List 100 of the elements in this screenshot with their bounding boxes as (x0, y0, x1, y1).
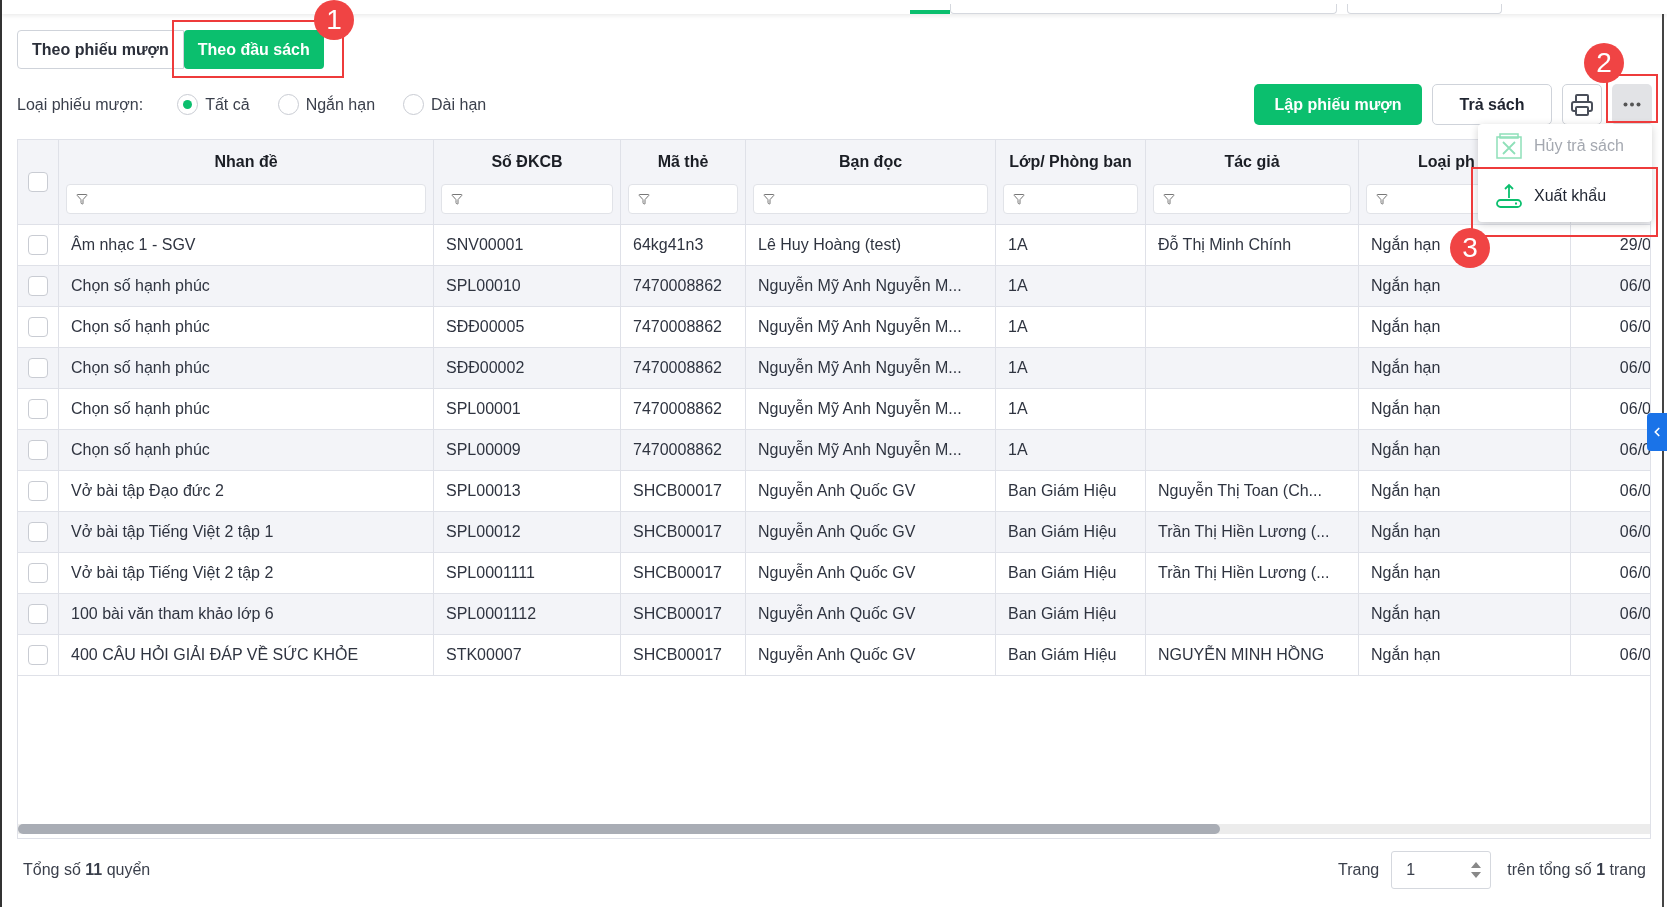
checkbox[interactable] (28, 563, 48, 583)
checkbox[interactable] (28, 522, 48, 542)
printer-icon (1570, 92, 1594, 117)
table-cell-text: SPL0001112 (446, 604, 537, 624)
more-button[interactable] (1612, 84, 1652, 125)
table-cell-text: Đỗ Thị Minh Chính (1158, 234, 1292, 255)
radio-option[interactable]: Dài hạn (403, 92, 487, 117)
table-cell-text: SĐĐ00005 (446, 317, 525, 337)
view-tab[interactable]: Theo phiếu mượn (17, 30, 184, 69)
checkbox[interactable] (28, 645, 48, 665)
column-header: Tác giả (1224, 152, 1280, 172)
table-cell-text: Nguyễn Anh Quốc GV (758, 603, 916, 624)
status-indicator (910, 10, 950, 14)
filter-icon (1013, 193, 1025, 205)
radio-option[interactable]: Tất cả (177, 92, 250, 117)
table-cell-text: 64kg41n3 (633, 235, 704, 255)
table-cell-text: 100 bài văn tham khảo lớp 6 (71, 604, 274, 624)
table-cell-text: SHCB00017 (633, 563, 722, 583)
filter-icon (638, 193, 650, 205)
table-cell-text: Vở bài tập Đạo đức 2 (71, 481, 224, 501)
table-cell-text: SPL00010 (446, 276, 521, 296)
table-cell-text: SPL00009 (446, 440, 521, 460)
filter-field[interactable] (1153, 184, 1351, 214)
checkbox[interactable] (28, 276, 48, 296)
checkbox[interactable] (28, 481, 48, 501)
filter-field[interactable] (1003, 184, 1138, 214)
horizontal-scrollbar[interactable] (18, 824, 1650, 834)
table-cell-text: 400 CÂU HỎI GIẢI ĐÁP VỀ SỨC KHỎE (71, 644, 359, 665)
checkbox[interactable] (28, 317, 48, 337)
page-input[interactable]: 1 (1391, 851, 1492, 889)
table-cell-text: 7470008862 (633, 317, 722, 337)
table-cell-text: Chọn số hạnh phúc (71, 317, 210, 337)
radio-button[interactable] (403, 94, 425, 115)
table-cell-text: 06/0 (1619, 563, 1650, 583)
spinner-icon[interactable] (1470, 860, 1483, 880)
table-cell-text: 7470008862 (633, 440, 722, 460)
table-cell-text: SNV00001 (446, 235, 524, 255)
return-books-button[interactable]: Trả sách (1432, 84, 1552, 125)
table-cell-text: Âm nhạc 1 - SGV (71, 234, 196, 255)
table-cell-text: Ngắn hạn (1371, 439, 1441, 460)
checkbox[interactable] (28, 440, 48, 460)
checkbox[interactable] (28, 358, 48, 378)
checkbox[interactable] (28, 172, 48, 192)
table-cell-text: 06/0 (1619, 276, 1650, 296)
radio-button[interactable] (177, 94, 199, 115)
table-cell-text: SHCB00017 (633, 481, 722, 501)
filter-icon (451, 193, 463, 205)
table-cell-text: 06/0 (1619, 604, 1650, 624)
table-cell-text: 06/0 (1619, 481, 1650, 501)
checkbox[interactable] (28, 235, 48, 255)
table-cell-text: SHCB00017 (633, 522, 722, 542)
table-cell-text: Ngắn hạn (1371, 398, 1441, 419)
table-cell-text: 06/0 (1619, 399, 1650, 419)
table-cell-text: 06/0 (1619, 317, 1650, 337)
table-cell-text: SPL00013 (446, 481, 521, 501)
page-total: trên tổng số 1 trang (1507, 860, 1646, 880)
table-cell-text: Nguyễn Mỹ Anh Nguyễn M... (758, 275, 962, 296)
loan-type-label: Loại phiếu mượn: (17, 94, 144, 115)
table-cell-text: 1A (1008, 317, 1028, 337)
step-badge: 2 (1584, 43, 1624, 83)
table-cell-text: Ban Giám Hiệu (1008, 645, 1117, 665)
table-cell-text: 06/0 (1619, 522, 1650, 542)
table-cell-text: Ngắn hạn (1371, 521, 1441, 542)
table-cell-text: SHCB00017 (633, 604, 722, 624)
menu-item[interactable]: Xuất khẩu (1478, 170, 1652, 222)
table-cell-text: 7470008862 (633, 276, 722, 296)
checkbox[interactable] (28, 399, 48, 419)
table-cell-text: Nguyễn Thị Toan (Ch... (1158, 480, 1322, 501)
table-cell-text: Ngắn hạn (1371, 234, 1441, 255)
filter-field[interactable] (753, 184, 988, 214)
column-header: Lớp/ Phòng ban (1009, 152, 1132, 172)
column-header: Mã thẻ (657, 152, 709, 172)
filter-field[interactable] (441, 184, 613, 214)
table-cell-text: STK00007 (446, 645, 522, 665)
table-cell-text: 06/0 (1619, 358, 1650, 378)
table-cell-text: Ngắn hạn (1371, 316, 1441, 337)
table-cell-text: Nguyễn Anh Quốc GV (758, 562, 916, 583)
table-cell-text: Chọn số hạnh phúc (71, 399, 210, 419)
filter-icon (763, 193, 775, 205)
scrollbar-thumb[interactable] (18, 824, 1220, 834)
upload-icon (1496, 183, 1522, 209)
table-cell-text: Nguyễn Mỹ Anh Nguyễn M... (758, 398, 962, 419)
radio-button[interactable] (277, 94, 299, 115)
checkbox[interactable] (28, 604, 48, 624)
table-cell-text: Vở bài tập Tiếng Việt 2 tập 2 (71, 563, 274, 583)
more-icon (1623, 102, 1641, 107)
page-label: Trang (1338, 860, 1380, 880)
radio-option[interactable]: Ngắn hạn (277, 92, 376, 117)
filter-field[interactable] (628, 184, 738, 214)
table-cell-text: Nguyễn Mỹ Anh Nguyễn M... (758, 439, 962, 460)
table-cell-text: 1A (1008, 358, 1028, 378)
table-cell-text: 06/0 (1619, 645, 1650, 665)
filter-field[interactable] (66, 184, 426, 214)
total-count: Tổng số 11 quyển (23, 860, 151, 880)
table-cell-text: Vở bài tập Tiếng Việt 2 tập 1 (71, 522, 274, 542)
print-button[interactable] (1562, 84, 1602, 125)
table-cell-text: Ngắn hạn (1371, 275, 1441, 296)
table-cell-text: 7470008862 (633, 358, 722, 378)
table-cell-text: Ngắn hạn (1371, 644, 1441, 665)
column-header: Nhan đề (214, 152, 278, 172)
